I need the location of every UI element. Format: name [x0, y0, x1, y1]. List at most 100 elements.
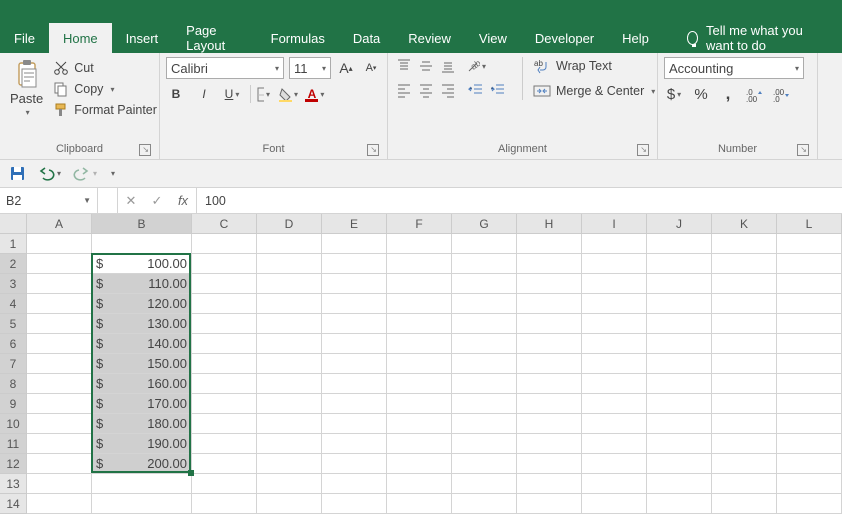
- cell[interactable]: $180.00: [92, 414, 192, 434]
- column-header[interactable]: A: [27, 214, 92, 234]
- fx-icon[interactable]: fx: [170, 193, 196, 208]
- cell[interactable]: [452, 454, 517, 474]
- cell[interactable]: [452, 294, 517, 314]
- row-header[interactable]: 10: [0, 414, 27, 434]
- cell[interactable]: [517, 334, 582, 354]
- cell[interactable]: [582, 474, 647, 494]
- cell[interactable]: [387, 394, 452, 414]
- cell[interactable]: [92, 234, 192, 254]
- row-header[interactable]: 7: [0, 354, 27, 374]
- decrease-indent-icon[interactable]: [466, 81, 486, 99]
- row-header[interactable]: 3: [0, 274, 27, 294]
- bold-button[interactable]: B: [166, 85, 186, 103]
- cell[interactable]: [647, 394, 712, 414]
- cell[interactable]: [452, 394, 517, 414]
- cell[interactable]: [452, 354, 517, 374]
- cell[interactable]: [582, 274, 647, 294]
- cell[interactable]: [712, 394, 777, 414]
- tab-insert[interactable]: Insert: [112, 23, 173, 53]
- cell[interactable]: [712, 274, 777, 294]
- cell[interactable]: [322, 434, 387, 454]
- cell[interactable]: [387, 314, 452, 334]
- column-header[interactable]: J: [647, 214, 712, 234]
- cell[interactable]: [322, 494, 387, 514]
- column-header[interactable]: F: [387, 214, 452, 234]
- redo-icon[interactable]: ▾: [73, 167, 97, 181]
- cell[interactable]: [777, 434, 842, 454]
- cell[interactable]: [257, 394, 322, 414]
- cell[interactable]: [257, 334, 322, 354]
- cell[interactable]: [92, 494, 192, 514]
- cell[interactable]: [92, 474, 192, 494]
- cell[interactable]: [582, 334, 647, 354]
- cell[interactable]: [192, 414, 257, 434]
- cell[interactable]: [387, 234, 452, 254]
- tell-me-search[interactable]: Tell me what you want to do: [673, 23, 842, 53]
- cell[interactable]: $120.00: [92, 294, 192, 314]
- column-header[interactable]: H: [517, 214, 582, 234]
- cell[interactable]: [582, 494, 647, 514]
- cell[interactable]: [27, 334, 92, 354]
- cell[interactable]: [712, 494, 777, 514]
- select-all-corner[interactable]: [0, 214, 27, 234]
- cell[interactable]: [647, 494, 712, 514]
- cell[interactable]: [322, 354, 387, 374]
- decrease-font-icon[interactable]: A▾: [361, 59, 381, 77]
- cell[interactable]: [27, 274, 92, 294]
- copy-button[interactable]: Copy ▾: [51, 80, 159, 98]
- cell[interactable]: [777, 474, 842, 494]
- row-header[interactable]: 5: [0, 314, 27, 334]
- cell[interactable]: [192, 394, 257, 414]
- cell[interactable]: $170.00: [92, 394, 192, 414]
- cell[interactable]: [27, 354, 92, 374]
- cell[interactable]: [452, 254, 517, 274]
- cell[interactable]: [777, 254, 842, 274]
- column-header[interactable]: L: [777, 214, 842, 234]
- row-header[interactable]: 8: [0, 374, 27, 394]
- cell[interactable]: [452, 314, 517, 334]
- cell[interactable]: [387, 414, 452, 434]
- cell[interactable]: [257, 354, 322, 374]
- cell[interactable]: [517, 434, 582, 454]
- row-header[interactable]: 1: [0, 234, 27, 254]
- cell[interactable]: [582, 374, 647, 394]
- cell[interactable]: $110.00: [92, 274, 192, 294]
- column-header[interactable]: E: [322, 214, 387, 234]
- cell[interactable]: [647, 314, 712, 334]
- cell[interactable]: [582, 254, 647, 274]
- column-header[interactable]: C: [192, 214, 257, 234]
- percent-format-button[interactable]: %: [691, 85, 711, 103]
- cell[interactable]: [322, 474, 387, 494]
- cell[interactable]: [192, 454, 257, 474]
- cell[interactable]: [257, 454, 322, 474]
- cell[interactable]: [322, 234, 387, 254]
- cell[interactable]: [647, 274, 712, 294]
- row-header[interactable]: 4: [0, 294, 27, 314]
- cell[interactable]: [712, 414, 777, 434]
- tab-page-layout[interactable]: Page Layout: [172, 23, 256, 53]
- wrap-text-button[interactable]: ab Wrap Text: [531, 57, 657, 75]
- font-color-button[interactable]: A▾: [306, 85, 326, 103]
- cell[interactable]: [517, 254, 582, 274]
- font-name-select[interactable]: Calibri▾: [166, 57, 284, 79]
- decrease-decimal-icon[interactable]: .00.0: [772, 85, 792, 103]
- cell[interactable]: [322, 334, 387, 354]
- italic-button[interactable]: I: [194, 85, 214, 103]
- save-icon[interactable]: [10, 166, 25, 181]
- column-header[interactable]: B: [92, 214, 192, 234]
- cell[interactable]: [27, 374, 92, 394]
- cell[interactable]: [647, 434, 712, 454]
- cell[interactable]: [777, 314, 842, 334]
- cell[interactable]: $150.00: [92, 354, 192, 374]
- cell[interactable]: [452, 274, 517, 294]
- cell[interactable]: [582, 234, 647, 254]
- column-header[interactable]: I: [582, 214, 647, 234]
- column-header[interactable]: K: [712, 214, 777, 234]
- cell[interactable]: [517, 374, 582, 394]
- cancel-icon[interactable]: ✕: [118, 193, 144, 209]
- cell[interactable]: [257, 294, 322, 314]
- align-top-icon[interactable]: [394, 57, 414, 75]
- cell[interactable]: [517, 274, 582, 294]
- number-format-select[interactable]: Accounting▾: [664, 57, 804, 79]
- cell[interactable]: [387, 334, 452, 354]
